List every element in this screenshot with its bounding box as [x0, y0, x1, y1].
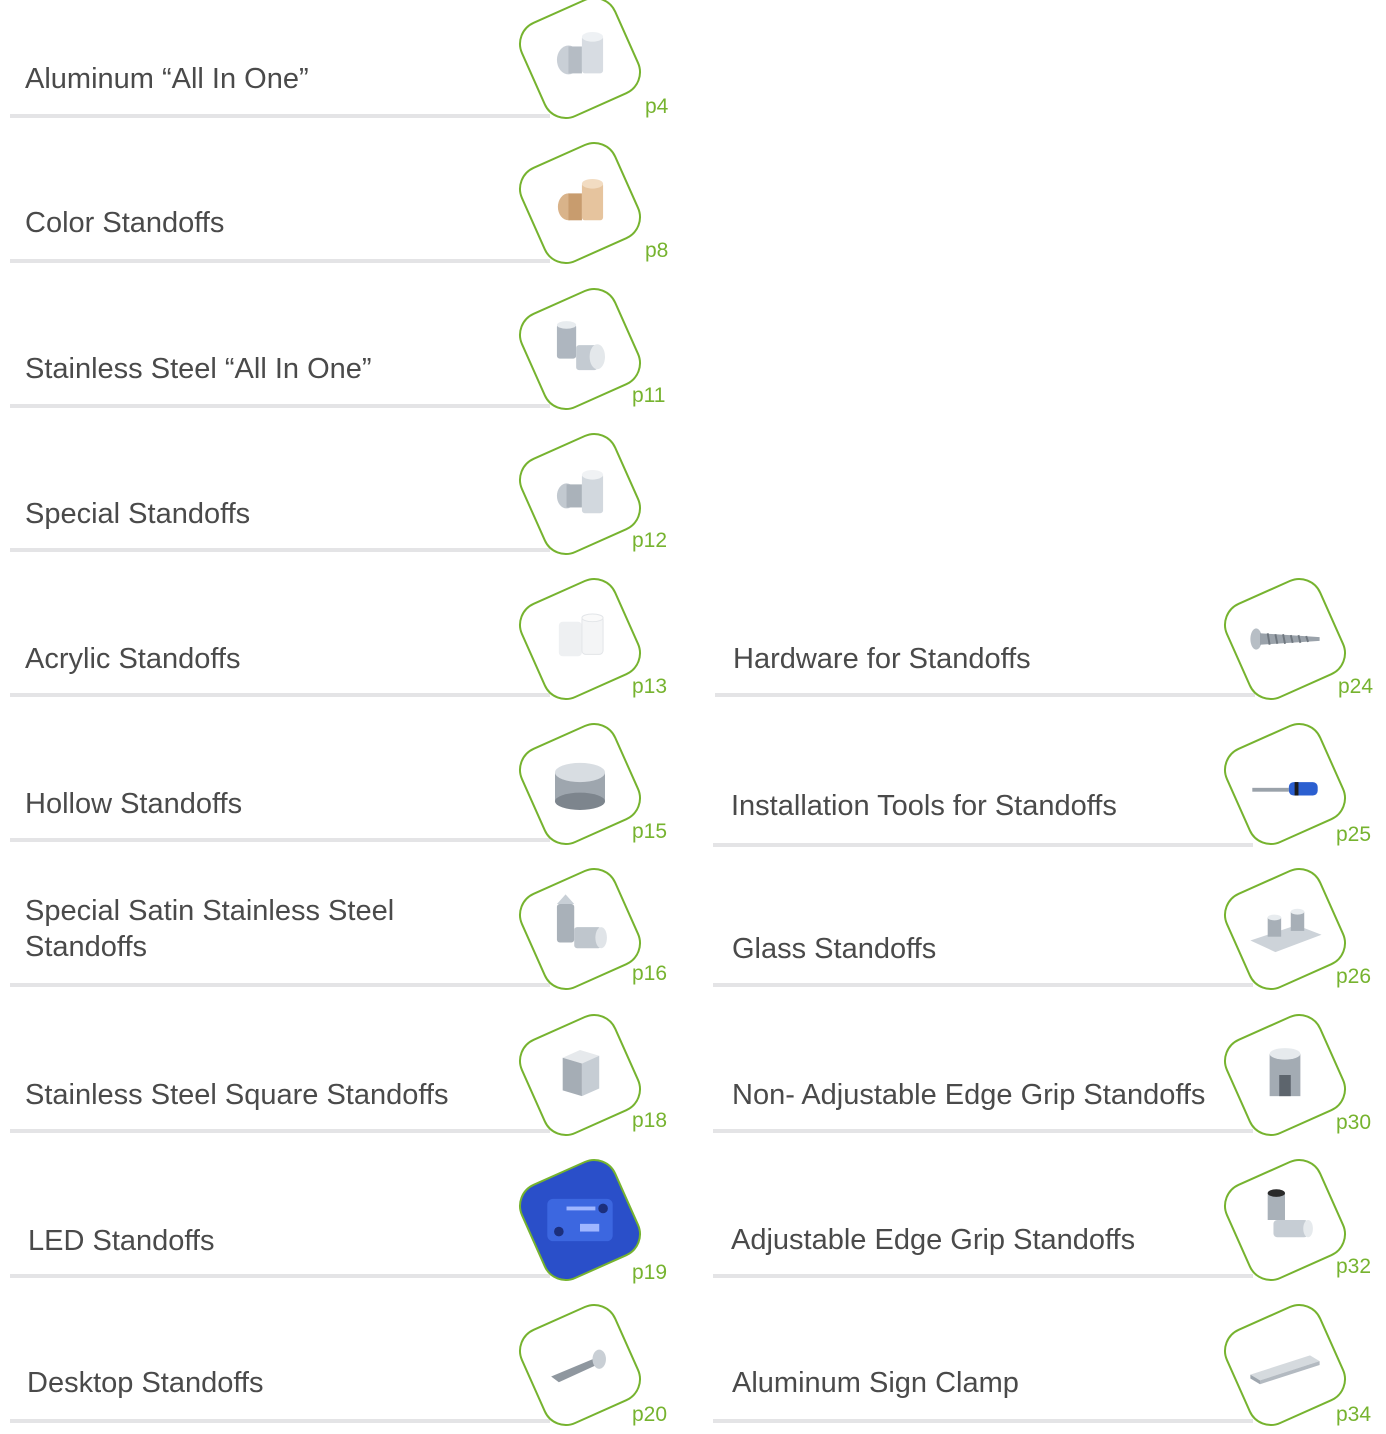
page-number[interactable]: p11: [632, 385, 665, 407]
color-standoff-icon[interactable]: [511, 134, 649, 272]
entry-title[interactable]: Aluminum Sign Clamp: [732, 1365, 1019, 1401]
entry-title[interactable]: Hardware for Standoffs: [733, 641, 1031, 677]
entry-title[interactable]: Stainless Steel Square Standoffs: [25, 1077, 448, 1113]
divider: [10, 548, 550, 552]
entry-title[interactable]: Desktop Standoffs: [27, 1365, 263, 1401]
divider: [10, 114, 550, 118]
special-standoff-icon[interactable]: [511, 425, 649, 563]
sign-clamp-icon[interactable]: [1216, 1296, 1354, 1434]
desktop-standoff-icon[interactable]: [511, 1296, 649, 1434]
page-number[interactable]: p15: [632, 821, 667, 843]
page-number[interactable]: p13: [632, 676, 667, 698]
divider: [713, 1419, 1253, 1423]
page-number[interactable]: p8: [645, 240, 668, 262]
page-number[interactable]: p20: [632, 1404, 667, 1426]
page-number[interactable]: p12: [632, 530, 667, 552]
divider: [713, 843, 1253, 847]
divider: [10, 983, 550, 987]
entry-title[interactable]: Aluminum “All In One”: [25, 61, 309, 97]
entry-title[interactable]: Stainless Steel “All In One”: [25, 351, 372, 387]
square-standoff-icon[interactable]: [511, 1006, 649, 1144]
divider: [10, 1419, 550, 1423]
divider: [713, 1274, 1253, 1278]
aluminum-standoff-icon[interactable]: [511, 0, 649, 127]
divider: [10, 1129, 550, 1133]
divider: [713, 983, 1253, 987]
divider: [10, 1274, 550, 1278]
acrylic-standoff-icon[interactable]: [511, 570, 649, 708]
divider: [10, 259, 550, 263]
page-number[interactable]: p34: [1336, 1404, 1371, 1426]
entry-title[interactable]: Adjustable Edge Grip Standoffs: [731, 1222, 1135, 1258]
edge-grip-icon[interactable]: [1216, 1006, 1354, 1144]
adjustable-edge-grip-icon[interactable]: [1216, 1151, 1354, 1289]
hollow-standoff-icon[interactable]: [511, 715, 649, 853]
page-number[interactable]: p16: [632, 963, 667, 985]
page-number[interactable]: p18: [632, 1110, 667, 1132]
page-number[interactable]: p25: [1336, 824, 1371, 846]
screw-icon[interactable]: [1216, 570, 1354, 708]
divider: [10, 838, 550, 842]
glass-standoff-icon[interactable]: [1216, 860, 1354, 998]
entry-title[interactable]: LED Standoffs: [28, 1223, 214, 1259]
satin-standoff-icon[interactable]: [511, 860, 649, 998]
page-number[interactable]: p32: [1336, 1256, 1371, 1278]
page-number[interactable]: p24: [1338, 676, 1373, 698]
entry-title[interactable]: Acrylic Standoffs: [25, 641, 240, 677]
screwdriver-icon[interactable]: [1216, 715, 1354, 853]
entry-title[interactable]: Special Standoffs: [25, 496, 250, 532]
entry-title[interactable]: Non- Adjustable Edge Grip Standoffs: [732, 1077, 1205, 1113]
entry-title[interactable]: Color Standoffs: [25, 205, 224, 241]
stainless-standoff-icon[interactable]: [511, 280, 649, 418]
entry-title[interactable]: Glass Standoffs: [732, 931, 936, 967]
page-number[interactable]: p30: [1336, 1112, 1371, 1134]
divider: [10, 404, 550, 408]
page-number[interactable]: p19: [632, 1262, 667, 1284]
entry-title[interactable]: Installation Tools for Standoffs: [731, 788, 1117, 824]
page-number[interactable]: p26: [1336, 966, 1371, 988]
divider: [713, 1129, 1253, 1133]
entry-title[interactable]: Special Satin Stainless Steel Standoffs: [25, 893, 495, 965]
entry-title[interactable]: Hollow Standoffs: [25, 786, 242, 822]
divider: [715, 693, 1255, 697]
led-standoff-icon[interactable]: [511, 1151, 649, 1289]
page-number[interactable]: p4: [645, 96, 668, 118]
divider: [10, 693, 550, 697]
